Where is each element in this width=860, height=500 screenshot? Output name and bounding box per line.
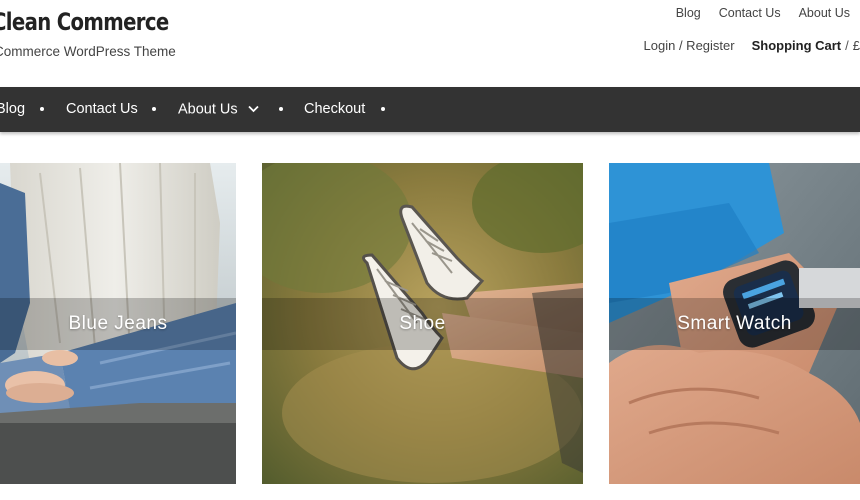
nav-item-label: About Us xyxy=(178,101,238,118)
nav-separator-dot xyxy=(381,107,385,111)
cart-separator: / xyxy=(845,38,849,53)
account-bar: Login / Register Shopping Cart / £ xyxy=(644,38,860,53)
tile-label: Blue Jeans xyxy=(68,313,168,334)
category-tile-shoe[interactable]: Shoe xyxy=(262,163,583,484)
shopping-cart-link[interactable]: Shopping Cart xyxy=(752,38,842,53)
main-navigation: Blog Contact Us About Us Checkout xyxy=(0,87,860,132)
nav-item-label: Blog xyxy=(0,101,26,117)
login-register-link[interactable]: Login / Register xyxy=(644,38,735,53)
nav-item-blog[interactable]: Blog xyxy=(0,87,25,132)
nav-item-checkout[interactable]: Checkout xyxy=(304,87,365,132)
tile-label: Shoe xyxy=(399,313,446,334)
top-link-contact[interactable]: Contact Us xyxy=(719,6,781,20)
nav-item-contact[interactable]: Contact Us xyxy=(66,87,138,132)
site-title[interactable]: Clean Commerce xyxy=(0,8,169,36)
category-tile-blue-jeans[interactable]: Blue Jeans xyxy=(0,163,236,484)
nav-item-about[interactable]: About Us xyxy=(178,87,259,132)
nav-separator-dot xyxy=(152,107,156,111)
nav-item-label: Contact Us xyxy=(66,101,138,117)
tile-label: Smart Watch xyxy=(677,313,792,334)
site-header: Clean Commerce Commerce WordPress Theme … xyxy=(0,0,860,87)
top-link-blog[interactable]: Blog xyxy=(676,6,701,20)
cart-total: £ xyxy=(852,38,860,53)
top-link-about[interactable]: About Us xyxy=(799,6,850,20)
nav-separator-dot xyxy=(40,107,44,111)
nav-item-label: Checkout xyxy=(304,101,366,117)
top-links: Blog Contact Us About Us xyxy=(676,6,850,20)
nav-separator-dot xyxy=(279,107,283,111)
site-tagline: Commerce WordPress Theme xyxy=(0,44,176,59)
category-tile-smart-watch[interactable]: Smart Watch xyxy=(609,163,860,484)
chevron-down-icon[interactable] xyxy=(248,87,259,132)
